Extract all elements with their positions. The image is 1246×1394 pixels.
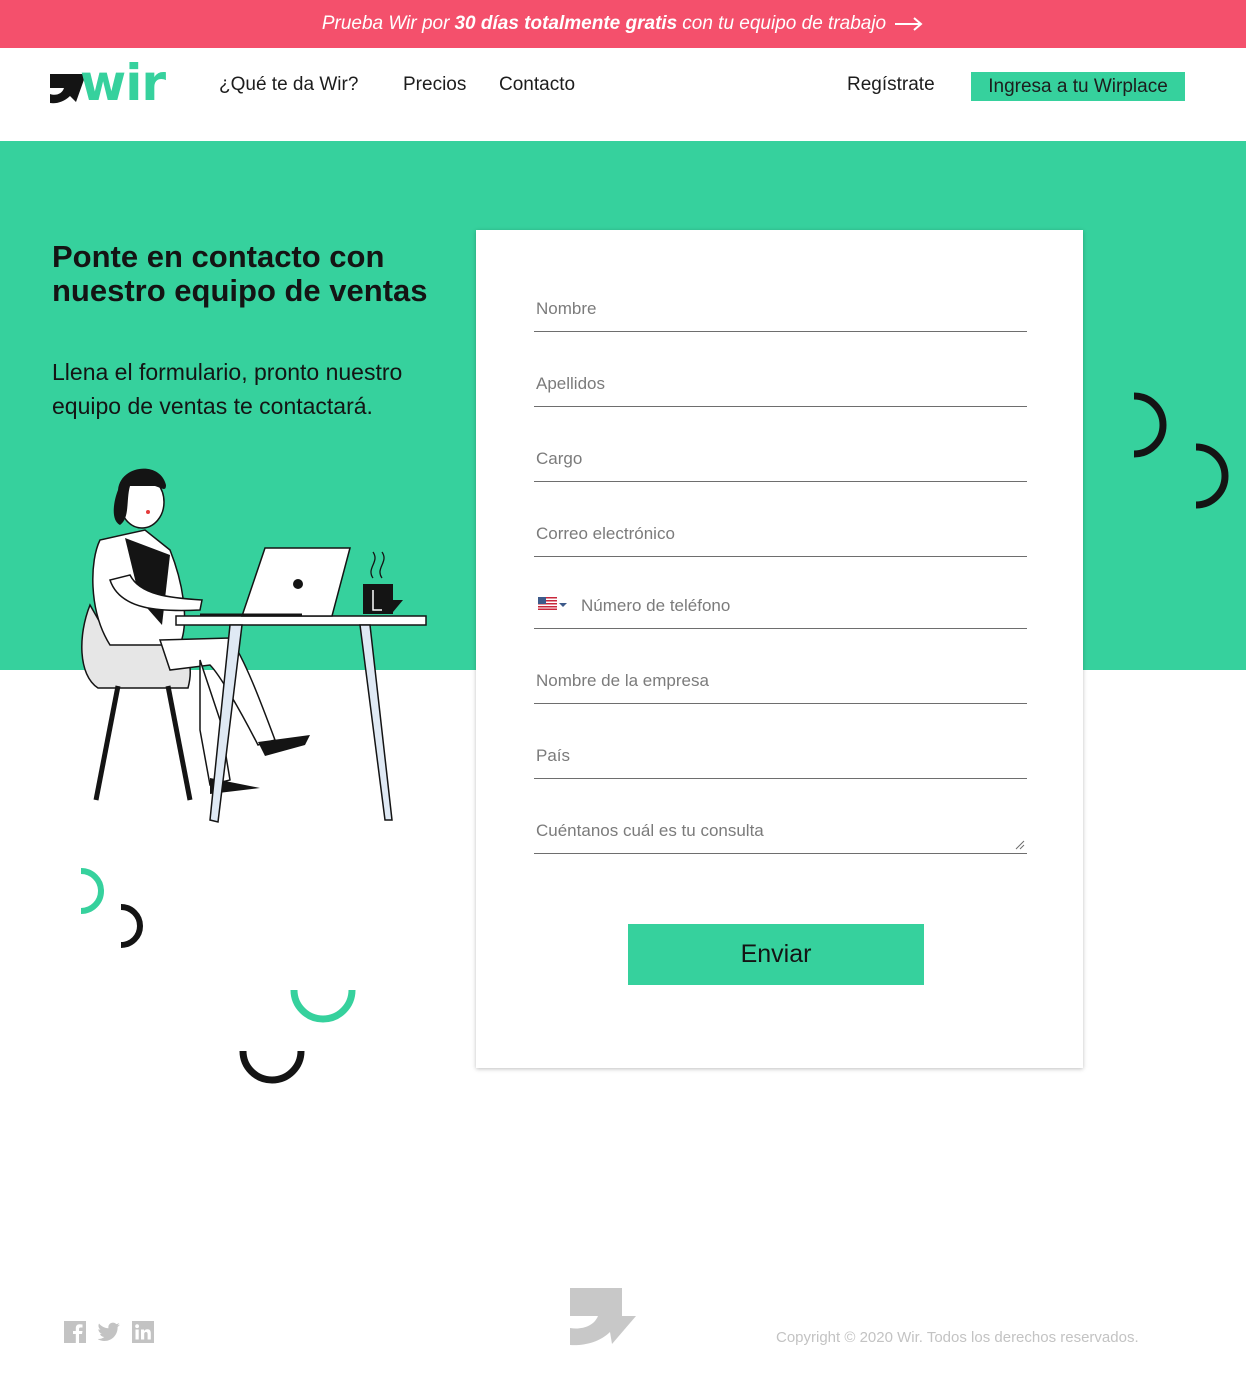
logo-wordmark: wir (80, 54, 166, 112)
register-link[interactable]: Regístrate (847, 74, 935, 96)
site-header: wir ¿Qué te da Wir? Precios Contacto Reg… (0, 48, 1246, 141)
decorative-arc-dark (1195, 443, 1229, 509)
nav-que-te-da-wir[interactable]: ¿Qué te da Wir? (219, 74, 358, 96)
phone-field[interactable]: Número de teléfono (534, 579, 1027, 629)
nav-precios[interactable]: Precios (403, 74, 466, 96)
decorative-arc-green (290, 989, 356, 1023)
country-placeholder: País (536, 746, 571, 765)
job-title-field[interactable]: Cargo (534, 432, 1027, 482)
submit-button[interactable]: Enviar (628, 924, 924, 985)
login-button[interactable]: Ingresa a tu Wirplace (971, 72, 1185, 101)
nav-contacto[interactable]: Contacto (499, 74, 575, 96)
email-field[interactable]: Correo electrónico (534, 507, 1027, 557)
contact-form: Nombre Apellidos Cargo Correo electrónic… (476, 230, 1083, 1068)
message-placeholder: Cuéntanos cuál es tu consulta (536, 821, 764, 840)
decorative-arc-dark (120, 904, 143, 948)
promo-highlight: 30 días totalmente gratis (454, 13, 678, 34)
resize-handle-icon[interactable] (1015, 840, 1025, 850)
twitter-icon[interactable] (98, 1321, 120, 1343)
country-field[interactable]: País (534, 729, 1027, 779)
first-name-placeholder: Nombre (536, 299, 597, 318)
hero-subtitle: Llena el formulario, pronto nuestro equi… (52, 359, 403, 419)
us-flag-icon[interactable] (538, 597, 557, 610)
hero-title: Ponte en contacto con nuestro equipo de … (52, 239, 428, 308)
arrow-right-icon (894, 9, 924, 35)
wir-footer-logo-icon[interactable] (570, 1288, 636, 1346)
chevron-down-icon[interactable] (559, 603, 567, 607)
phone-placeholder: Número de teléfono (581, 596, 731, 615)
decorative-arc-dark (239, 1050, 305, 1084)
decorative-arc-dark (1133, 392, 1167, 458)
woman-at-desk-illustration (81, 468, 427, 823)
facebook-icon[interactable] (64, 1321, 86, 1343)
company-field[interactable]: Nombre de la empresa (534, 654, 1027, 704)
promo-prefix: Prueba Wir por (321, 13, 450, 34)
job-title-placeholder: Cargo (536, 449, 583, 468)
last-name-placeholder: Apellidos (536, 374, 605, 393)
email-placeholder: Correo electrónico (536, 524, 675, 543)
wir-logo[interactable]: wir (50, 54, 170, 112)
company-placeholder: Nombre de la empresa (536, 671, 709, 690)
linkedin-icon[interactable] (132, 1321, 154, 1343)
promo-banner[interactable]: Prueba Wir por 30 días totalmente gratis… (0, 0, 1246, 48)
social-links (64, 1321, 154, 1343)
promo-suffix: con tu equipo de trabajo (682, 13, 887, 34)
decorative-arc-green (80, 868, 104, 914)
copyright-text: Copyright © 2020 Wir. Todos los derechos… (776, 1329, 1139, 1346)
first-name-field[interactable]: Nombre (534, 282, 1027, 332)
last-name-field[interactable]: Apellidos (534, 357, 1027, 407)
message-textarea[interactable]: Cuéntanos cuál es tu consulta (534, 804, 1027, 854)
